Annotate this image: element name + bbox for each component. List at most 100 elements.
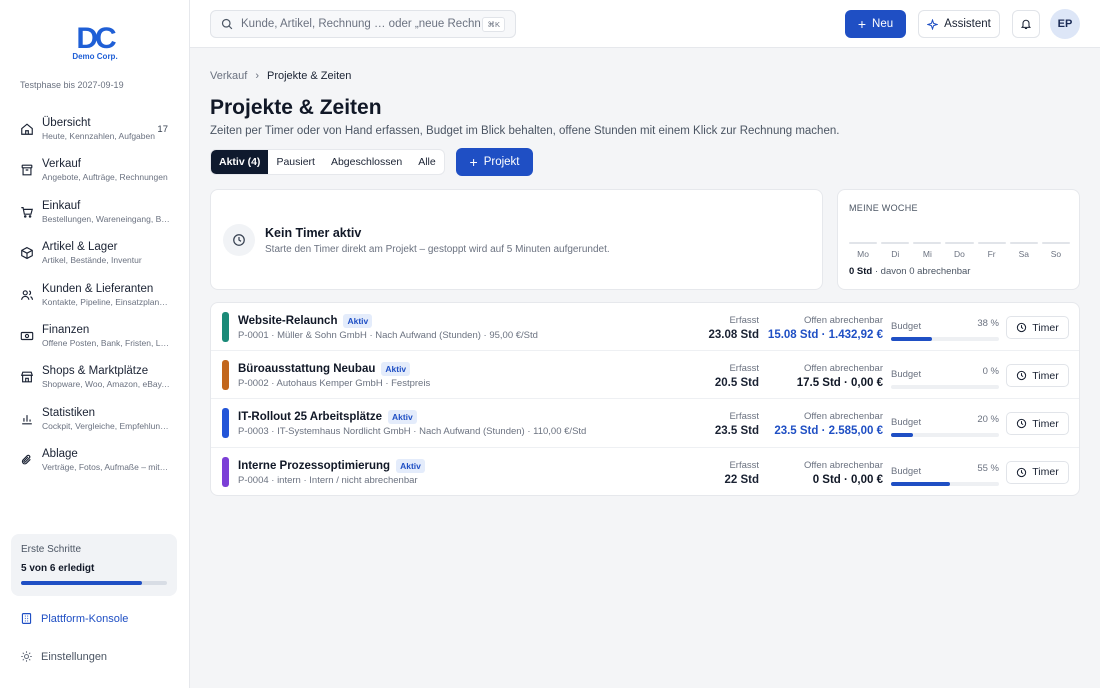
search-input[interactable] bbox=[241, 18, 481, 30]
project-color-stripe bbox=[222, 360, 229, 391]
erfasst-value: 23.08 Std bbox=[708, 329, 760, 341]
day-bar bbox=[913, 242, 942, 244]
user-avatar[interactable]: EP bbox=[1050, 9, 1080, 39]
start-timer-button[interactable]: Timer bbox=[1006, 316, 1069, 339]
sidebar-item-label: Verkauf bbox=[42, 158, 81, 171]
page-subtitle: Zeiten per Timer oder von Hand erfassen,… bbox=[210, 125, 840, 137]
offen-value: 17.5 Std · 0,00 € bbox=[796, 377, 883, 390]
sparkle-icon bbox=[927, 18, 939, 30]
day-label: Fr bbox=[987, 249, 996, 259]
project-row[interactable]: Interne Prozessoptimierung Aktiv P-0004 · … bbox=[211, 448, 1079, 496]
project-name[interactable]: Interne Prozessoptimierung Aktiv bbox=[238, 458, 425, 473]
day-label: Mo bbox=[857, 249, 869, 259]
week-day: Do bbox=[945, 242, 974, 259]
week-day: Mo bbox=[849, 242, 878, 259]
budget-track bbox=[891, 481, 999, 486]
sidebar-item-artikel-lager[interactable]: Artikel & Lager Artikel, Bestände, Invent… bbox=[0, 234, 190, 275]
start-timer-button[interactable]: Timer bbox=[1006, 460, 1069, 484]
project-name[interactable]: IT-Rollout 25 Arbeitsplätze Aktiv bbox=[238, 410, 417, 425]
day-bar bbox=[881, 242, 910, 244]
budget-label: Budget bbox=[891, 465, 922, 477]
project-color-stripe bbox=[222, 408, 229, 439]
search-icon bbox=[221, 18, 233, 30]
project-row[interactable]: Website-Relaunch Aktiv P-0001 · Müller & S… bbox=[211, 303, 1079, 352]
sidebar-item-shops-marktplätze[interactable]: Shops & Marktplätze Shopware, Woo, Amazon… bbox=[0, 358, 190, 399]
budget-track bbox=[891, 337, 999, 341]
day-bar bbox=[977, 242, 1006, 244]
project-list: Website-Relaunch Aktiv P-0001 · Müller & S… bbox=[210, 302, 1080, 496]
cart-icon bbox=[21, 206, 33, 218]
timer-button-label: Timer bbox=[1032, 369, 1059, 382]
sidebar-item-description: Offene Posten, Bank, Fristen, Liquidität bbox=[42, 337, 170, 348]
breadcrumb: Verkauf › Projekte & Zeiten bbox=[210, 70, 351, 82]
sidebar-item-statistiken[interactable]: Statistiken Cockpit, Vergleiche, Empfehlu… bbox=[0, 400, 190, 441]
start-timer-button[interactable]: Timer bbox=[1006, 412, 1069, 436]
timer-status-title: Kein Timer aktiv bbox=[265, 226, 362, 240]
week-summary: 0 Std · davon 0 abrechenbar bbox=[849, 266, 970, 277]
project-meta: P-0004 · intern · Intern / nicht abreche… bbox=[238, 474, 418, 486]
project-name[interactable]: Büroausstattung Neubau Aktiv bbox=[238, 362, 411, 377]
week-total: 0 Std bbox=[849, 266, 873, 277]
sidebar-nav: Übersicht Heute, Kennzahlen, Aufgaben 17 Ve… bbox=[0, 110, 190, 483]
week-billable: · davon 0 abrechenbar bbox=[874, 266, 971, 277]
settings-label: Einstellungen bbox=[41, 650, 108, 663]
offen-label: Offen abrechenbar bbox=[803, 459, 883, 471]
budget-percent: 55 % bbox=[977, 462, 999, 474]
project-name[interactable]: Website-Relaunch Aktiv bbox=[238, 314, 373, 328]
steps-title: Erste Schritte bbox=[21, 544, 82, 555]
tab-alle[interactable]: Alle bbox=[410, 150, 444, 174]
sidebar-item-label: Ablage bbox=[42, 448, 78, 461]
budget-track bbox=[891, 385, 999, 390]
breadcrumb-parent[interactable]: Verkauf bbox=[210, 70, 247, 82]
sidebar-item-label: Kunden & Lieferanten bbox=[42, 282, 154, 295]
project-row[interactable]: IT-Rollout 25 Arbeitsplätze Aktiv P-0003 ·… bbox=[211, 399, 1079, 448]
users-icon bbox=[21, 289, 34, 300]
erfasst-label: Erfasst bbox=[729, 459, 759, 471]
sidebar-item-einkauf[interactable]: Einkauf Bestellungen, Wareneingang, Beleg… bbox=[0, 193, 190, 234]
start-timer-button[interactable]: Timer bbox=[1006, 364, 1069, 388]
platform-console-link[interactable]: Plattform-Konsole bbox=[20, 612, 128, 625]
new-project-button[interactable]: + Projekt bbox=[456, 148, 533, 176]
sidebar-item-description: Bestellungen, Wareneingang, Belege bbox=[42, 213, 170, 224]
budget-label: Budget bbox=[891, 417, 922, 429]
clock-icon bbox=[1017, 371, 1027, 381]
project-meta: P-0003 · IT-Systemhaus Nordlicht GmbH · … bbox=[238, 426, 587, 438]
trial-notice: Testphase bis 2027-09-19 bbox=[20, 80, 124, 90]
project-row[interactable]: Büroausstattung Neubau Aktiv P-0002 · Auto… bbox=[211, 351, 1079, 400]
plus-icon: + bbox=[469, 154, 478, 170]
notifications-button[interactable] bbox=[1012, 10, 1040, 38]
sidebar-item-kunden-lieferanten[interactable]: Kunden & Lieferanten Kontakte, Pipeline, … bbox=[0, 276, 190, 317]
assistant-button-label: Assistent bbox=[944, 18, 991, 30]
budget-percent: 20 % bbox=[977, 414, 999, 426]
status-badge: Aktiv bbox=[396, 458, 425, 473]
sidebar-item-finanzen[interactable]: Finanzen Offene Posten, Bank, Fristen, Li… bbox=[0, 317, 190, 358]
sidebar-item-description: Kontakte, Pipeline, Einsatzplan, Liefera… bbox=[42, 296, 170, 307]
sidebar-item-label: Statistiken bbox=[42, 406, 96, 419]
offen-label: Offen abrechenbar bbox=[803, 315, 883, 326]
onboarding-steps-card[interactable]: Erste Schritte 5 von 6 erledigt bbox=[11, 534, 177, 596]
tab-pausiert[interactable]: Pausiert bbox=[268, 150, 323, 174]
timer-status-card: Kein Timer aktiv Starte den Timer direkt… bbox=[210, 189, 823, 290]
tab-abgeschlossen[interactable]: Abgeschlossen bbox=[323, 150, 410, 174]
settings-link[interactable]: Einstellungen bbox=[20, 650, 107, 663]
sidebar-item-description: Artikel, Bestände, Inventur bbox=[42, 255, 142, 266]
new-button[interactable]: + Neu bbox=[845, 10, 906, 38]
clock-icon bbox=[1017, 467, 1027, 477]
global-search[interactable]: ⌘K bbox=[210, 10, 516, 38]
tab-aktiv[interactable]: Aktiv (4) bbox=[211, 150, 269, 174]
sidebar-item-verkauf[interactable]: Verkauf Angebote, Aufträge, Rechnungen bbox=[0, 151, 190, 192]
sidebar-item-ablage[interactable]: AblageVerträge, Fotos, Aufmaße – mit Suc… bbox=[0, 441, 190, 482]
week-day: Fr bbox=[977, 242, 1006, 259]
building-icon bbox=[21, 613, 32, 624]
erfasst-value: 22 Std bbox=[724, 473, 759, 486]
budget-label: Budget bbox=[891, 321, 922, 332]
sidebar-item-übersicht[interactable]: Übersicht Heute, Kennzahlen, Aufgaben 17 bbox=[0, 110, 190, 151]
offen-label: Offen abrechenbar bbox=[803, 411, 883, 423]
logo-company-name: Demo Corp. bbox=[72, 52, 118, 61]
steps-progress-bar bbox=[21, 581, 167, 585]
project-meta: P-0001 · Müller & Sohn GmbH · Nach Aufwa… bbox=[238, 330, 538, 341]
sidebar-item-description: Cockpit, Vergleiche, Empfehlungen bbox=[42, 420, 170, 431]
company-logo[interactable]: DC Demo Corp. bbox=[70, 24, 120, 64]
assistant-button[interactable]: Assistent bbox=[918, 10, 1000, 38]
sidebar-item-description: Angebote, Aufträge, Rechnungen bbox=[42, 172, 168, 183]
